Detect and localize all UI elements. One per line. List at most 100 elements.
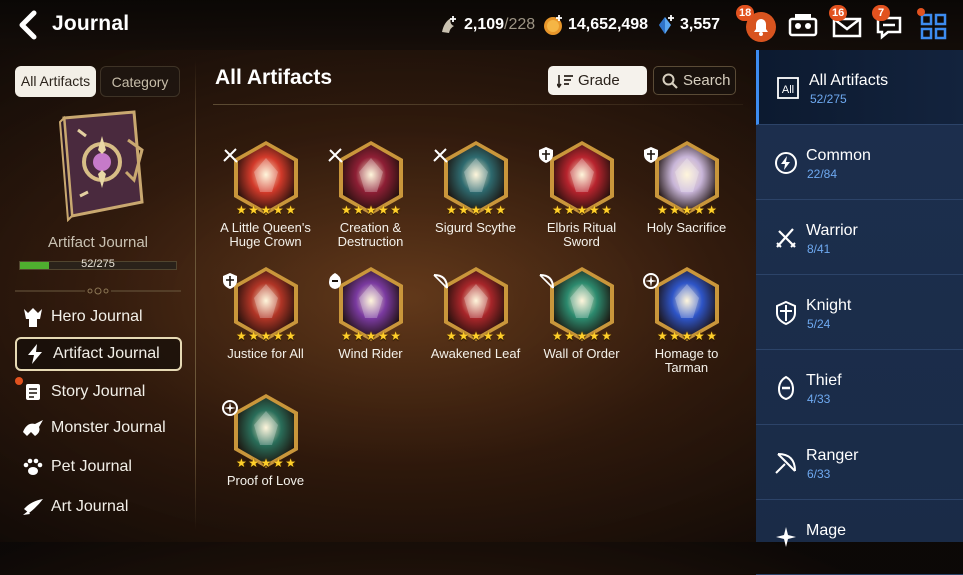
artifact-card[interactable]: ★ ★ ★ ★ ★ Awakened Leaf: [423, 266, 528, 386]
artifact-name: Justice for All: [227, 346, 304, 361]
section-title: All Artifacts: [215, 66, 333, 89]
category-count: 52/275: [810, 92, 847, 106]
back-arrow-icon[interactable]: [14, 9, 44, 41]
star-icon: ★: [272, 456, 284, 470]
hero-icon: [24, 308, 42, 327]
star-icon: ★: [706, 203, 717, 217]
tab-all-artifacts[interactable]: All Artifacts: [15, 66, 96, 97]
artifact-card[interactable]: ★ ★ ★ ★ ★ Elbris Ritual Sword: [529, 140, 634, 260]
knight-icon: [776, 300, 796, 326]
artifact-card[interactable]: ★ ★ ★ ★ ★ Wind Rider: [318, 266, 423, 386]
crystal-value: 3,557: [680, 16, 721, 33]
category-name: Mage: [806, 522, 847, 539]
star-icon: ★: [248, 456, 260, 470]
star-icon: ★: [552, 203, 563, 217]
artifact-card[interactable]: ★ ★ ★ ★ ★ Proof of Love: [213, 393, 318, 513]
artifact-card[interactable]: ★ ★ ★ ★ ★ Sigurd Scythe: [423, 140, 528, 260]
artifact-card[interactable]: ★ ★ ★ ★ ★ Holy Sacrifice: [634, 140, 739, 260]
svg-text:All: All: [782, 84, 794, 96]
category-count: 6/33: [807, 467, 831, 481]
nav-label: Artifact Journal: [53, 345, 160, 362]
tab-category[interactable]: Category: [100, 66, 180, 97]
nav-artifact-journal[interactable]: Artifact Journal: [15, 337, 182, 371]
star-icon: ★: [669, 329, 681, 343]
star-icon: ★: [495, 203, 506, 217]
grade-sort-button[interactable]: Grade: [548, 66, 647, 95]
friends-icon[interactable]: [786, 9, 820, 43]
search-label: Search: [683, 72, 731, 89]
artifact-card[interactable]: ★ ★ ★ ★ ★ Creation & Destruction: [318, 140, 423, 260]
left-panel: All Artifacts Category Artifact Journal …: [0, 50, 196, 542]
artifact-name: Elbris Ritual Sword: [546, 220, 617, 249]
star-icon: ★: [377, 203, 389, 217]
artifact-name: Proof of Love: [226, 473, 305, 488]
crystal-counter: 3,557: [654, 14, 720, 36]
category-knight[interactable]: Knight 5/24: [756, 275, 963, 350]
artifact-name: Holy Sacrifice: [646, 220, 727, 235]
scroll-icon: [26, 384, 40, 400]
search-button[interactable]: Search: [653, 66, 736, 95]
star-icon: ★: [236, 203, 247, 217]
star-icon: ★: [446, 329, 457, 343]
nav-label: Pet Journal: [51, 458, 132, 475]
nav-label: Art Journal: [51, 498, 129, 515]
page-title: Journal: [52, 12, 130, 35]
star-icon: ★: [341, 203, 352, 217]
gold-value: 14,652,498: [568, 16, 649, 33]
top-bar: Journal 2,109 /228 14,652,498 3,557 18 1…: [0, 0, 963, 50]
artifact-name: Homage to Tarman: [654, 346, 719, 375]
star-icon: ★: [564, 329, 576, 343]
star-icon: ★: [285, 456, 296, 470]
artifact-name: Awakened Leaf: [430, 346, 521, 361]
notification-badge: 18: [736, 5, 755, 21]
star-icon: ★: [365, 203, 377, 217]
category-common[interactable]: Common 22/84: [756, 125, 963, 200]
artifact-name: Wind Rider: [338, 346, 403, 361]
artifact-card[interactable]: ★ ★ ★ ★ ★ Homage to Tarman: [634, 266, 739, 386]
category-count: 22/84: [807, 167, 838, 181]
artifact-journal-book-icon: [58, 110, 144, 222]
star-icon: ★: [353, 329, 365, 343]
nav-story-journal[interactable]: Story Journal: [15, 375, 182, 409]
warrior-class-icon: [328, 148, 343, 163]
category-warrior[interactable]: Warrior 8/41: [756, 200, 963, 275]
category-count: 5/24: [807, 317, 831, 331]
stamina-counter: 2,109 /228: [438, 14, 535, 36]
star-icon: ★: [260, 456, 272, 470]
star-icon: ★: [693, 329, 705, 343]
category-all-artifacts[interactable]: All All Artifacts 52/275: [756, 50, 963, 125]
journal-progress-text: 52/275: [81, 258, 115, 270]
artifact-name: Sigurd Scythe: [435, 220, 516, 235]
category-count: 4/33: [807, 392, 831, 406]
header-divider: [213, 104, 743, 105]
chat-badge: 7: [872, 5, 890, 21]
star-icon: ★: [365, 329, 377, 343]
category-name: Ranger: [806, 447, 859, 464]
nav-art-journal[interactable]: Art Journal: [15, 490, 182, 524]
left-panel-divider: [195, 60, 196, 530]
category-name: Thief: [806, 372, 842, 389]
star-icon: ★: [446, 203, 457, 217]
journal-label: Artifact Journal: [47, 234, 149, 251]
artifact-name: A Little Queen's Huge Crown: [220, 220, 311, 249]
nav-pet-journal[interactable]: Pet Journal: [15, 450, 182, 484]
mage-icon: [776, 527, 796, 547]
ranger-class-icon: [539, 274, 554, 289]
nav-hero-journal[interactable]: Hero Journal: [15, 300, 182, 334]
star-icon: ★: [248, 329, 260, 343]
crystal-icon: [659, 15, 674, 34]
nav-monster-journal[interactable]: Monster Journal: [15, 411, 182, 445]
artifact-card[interactable]: ★ ★ ★ ★ ★ A Little Queen's Huge Crown: [213, 140, 318, 260]
artifact-card[interactable]: ★ ★ ★ ★ ★ Justice for All: [213, 266, 318, 386]
artifact-card[interactable]: ★ ★ ★ ★ ★ Wall of Order: [529, 266, 634, 386]
category-mage[interactable]: Mage: [756, 500, 963, 575]
category-ranger[interactable]: Ranger 6/33: [756, 425, 963, 500]
category-thief[interactable]: Thief 4/33: [756, 350, 963, 425]
star-icon: ★: [588, 203, 600, 217]
sort-icon: [557, 74, 573, 88]
star-icon: ★: [693, 203, 705, 217]
category-count: 8/41: [807, 242, 831, 256]
star-icon: ★: [657, 329, 668, 343]
star-icon: ★: [377, 329, 389, 343]
mage-class-icon: [222, 400, 238, 416]
